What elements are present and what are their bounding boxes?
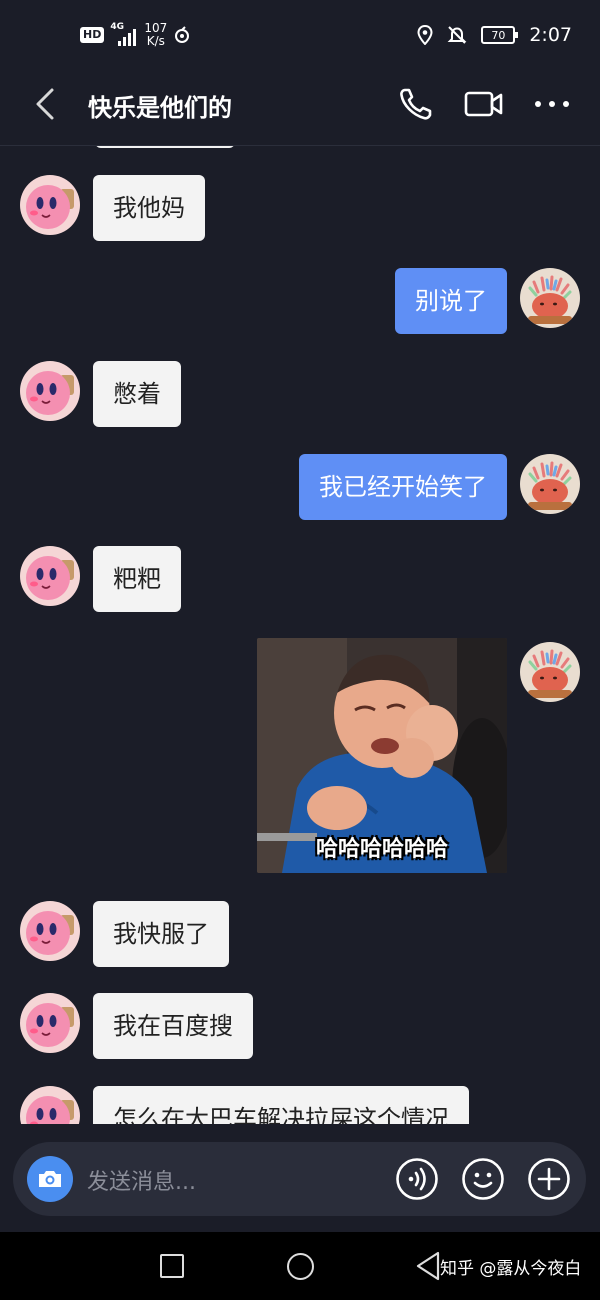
camera-button[interactable] (27, 1156, 73, 1202)
recents-button[interactable] (160, 1254, 184, 1278)
more-options-icon[interactable] (532, 84, 572, 124)
watermark: 知乎 @露从今夜白 (440, 1259, 582, 1279)
hd-indicator: HD (80, 27, 105, 43)
contact-avatar[interactable] (20, 175, 80, 235)
video-call-icon[interactable] (464, 84, 504, 124)
incoming-message-bubble[interactable]: 怎么在大巴车解决拉屎这个情况 (93, 1086, 469, 1124)
my-avatar[interactable] (520, 642, 580, 702)
contact-avatar[interactable] (20, 1086, 80, 1124)
message-input[interactable]: 发送消息... (87, 1164, 196, 1196)
message-list[interactable]: 我他妈 别说了 憋着 我已经开始笑了 粑粑 哈哈哈哈哈哈 我快服了 我在百度搜 … (0, 146, 600, 1124)
nav-back-icon[interactable] (414, 1250, 442, 1282)
contact-avatar[interactable] (20, 361, 80, 421)
sync-icon (175, 26, 190, 43)
mute-bell-icon (447, 26, 467, 44)
clock: 2:07 (529, 24, 572, 46)
outgoing-message-bubble[interactable]: 别说了 (395, 268, 507, 334)
contact-avatar[interactable] (20, 546, 80, 606)
emoji-icon[interactable] (461, 1157, 505, 1201)
network-speed: 107 K/s (144, 21, 168, 48)
contact-avatar[interactable] (20, 993, 80, 1053)
battery-indicator: 70 (481, 26, 519, 44)
message-input-bar: 发送消息... (13, 1142, 586, 1216)
incoming-message-bubble[interactable]: 我在百度搜 (93, 993, 253, 1059)
camera-icon (39, 1171, 61, 1187)
image-message[interactable]: 哈哈哈哈哈哈 (257, 638, 507, 873)
incoming-message-bubble[interactable]: 憋着 (93, 361, 181, 427)
image-caption: 哈哈哈哈哈哈 (315, 837, 448, 862)
system-nav-bar: 知乎 @露从今夜白 (0, 1232, 600, 1300)
status-bar: HD 4G 107 K/s 70 2:07 (0, 0, 600, 70)
chat-title: 快乐是他们的 (88, 94, 232, 122)
contact-avatar[interactable] (20, 901, 80, 961)
chat-header: 快乐是他们的 (0, 70, 600, 140)
my-avatar[interactable] (520, 268, 580, 328)
signal-icon: 4G (110, 22, 138, 46)
back-chevron-icon[interactable] (30, 86, 62, 122)
incoming-message-bubble[interactable]: 粑粑 (93, 546, 181, 612)
previous-bubble-remnant (95, 146, 235, 148)
outgoing-message-bubble[interactable]: 我已经开始笑了 (299, 454, 507, 520)
my-avatar[interactable] (520, 454, 580, 514)
voice-message-icon[interactable] (395, 1157, 439, 1201)
home-button[interactable] (287, 1253, 314, 1280)
location-icon (417, 25, 433, 45)
add-more-icon[interactable] (527, 1157, 571, 1201)
phone-call-icon[interactable] (396, 84, 436, 124)
incoming-message-bubble[interactable]: 我快服了 (93, 901, 229, 967)
incoming-message-bubble[interactable]: 我他妈 (93, 175, 205, 241)
